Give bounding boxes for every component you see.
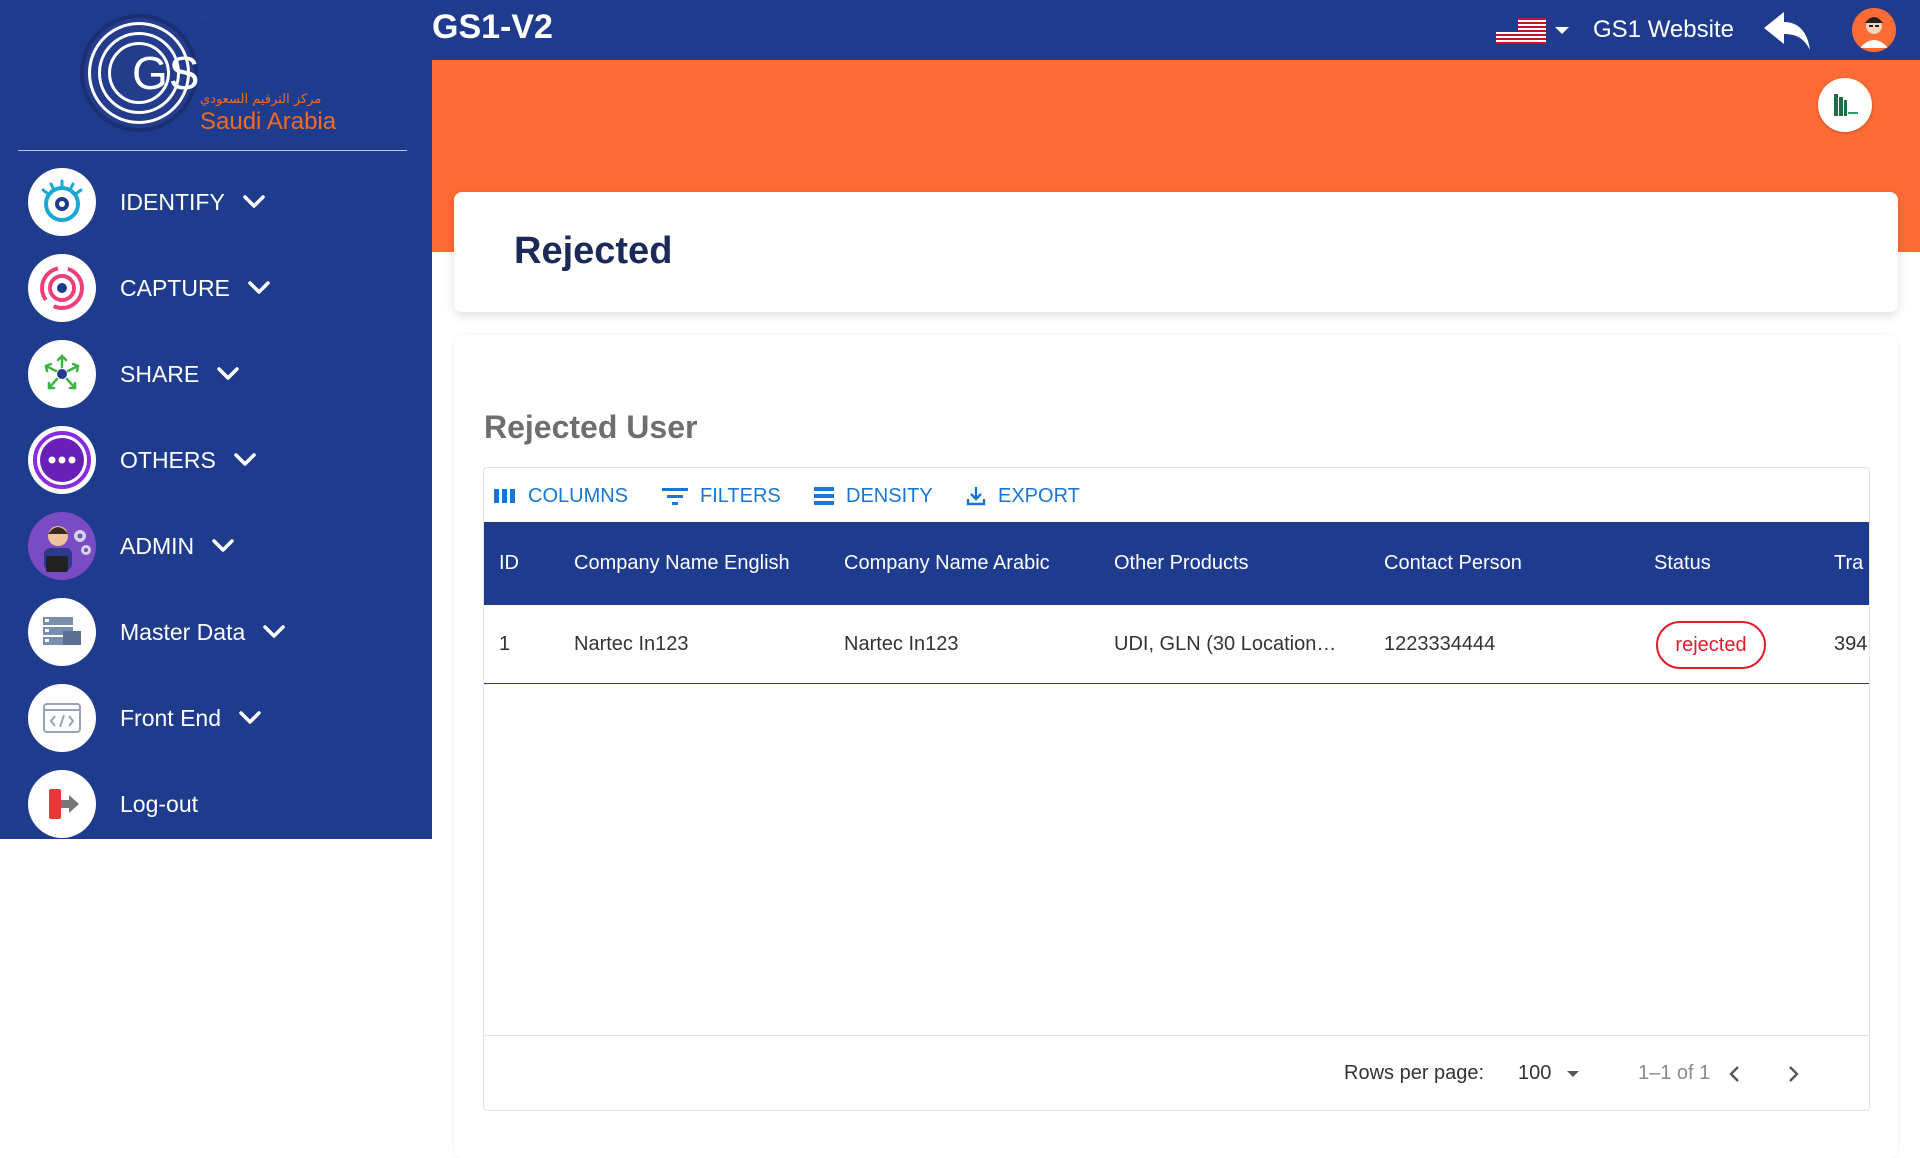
download-icon (966, 487, 986, 506)
filters-button[interactable]: FILTERS (662, 482, 781, 510)
columns-icon (494, 489, 515, 503)
chevron-left-icon (1729, 1066, 1739, 1082)
density-icon (814, 487, 834, 505)
cell-contact-person: 1223334444 (1384, 633, 1496, 655)
logo-country: Saudi Arabia (200, 108, 337, 135)
export-button[interactable]: EXPORT (966, 482, 1080, 510)
cell-company-name-arabic: Nartec In123 (844, 633, 959, 655)
chevron-down-icon (248, 276, 272, 300)
grid-footer: Rows per page: 100 1–1 of 1 (484, 1035, 1869, 1110)
sidebar-item-logout[interactable]: Log-out (28, 769, 408, 839)
status-badge: rejected (1656, 621, 1766, 669)
page-title-card: Rejected (454, 192, 1898, 312)
app-root: GS مركز الترقيم السعودي Saudi Arabia IDE… (0, 0, 1920, 1158)
sidebar-item-share[interactable]: SHARE (28, 339, 408, 409)
page-title: Rejected (514, 230, 673, 272)
chevron-down-icon (263, 620, 287, 644)
chevron-right-icon (1789, 1066, 1799, 1082)
more-dots-icon (28, 426, 96, 494)
rows-per-page-label: Rows per page: (1344, 1062, 1485, 1084)
column-header-other-products[interactable]: Other Products (1114, 522, 1354, 605)
language-dropdown-caret-icon[interactable] (1555, 27, 1569, 34)
chevron-down-icon (217, 362, 241, 386)
gs1-website-link[interactable]: GS1 Website (1593, 16, 1734, 44)
sidebar-item-label: IDENTIFY (120, 188, 225, 215)
share-network-icon (28, 340, 96, 408)
previous-page-button[interactable] (1716, 1056, 1752, 1092)
column-header-company-name-english[interactable]: Company Name English (574, 522, 814, 605)
sidebar-item-front-end[interactable]: Front End (28, 683, 408, 753)
sidebar-item-capture[interactable]: CAPTURE (28, 253, 408, 323)
user-avatar[interactable] (1852, 8, 1896, 52)
radar-icon (28, 254, 96, 322)
eye-icon (28, 168, 96, 236)
rows-per-page-select[interactable]: 100 (1518, 1062, 1580, 1085)
columns-label: COLUMNS (528, 484, 629, 507)
sidebar-item-label: Master Data (120, 618, 246, 645)
column-header-id[interactable]: ID (499, 522, 549, 605)
sidebar-item-label: ADMIN (120, 532, 195, 559)
density-label: DENSITY (846, 484, 933, 507)
chevron-down-icon (243, 190, 267, 214)
company-logo-icon[interactable] (1818, 78, 1872, 132)
cell-company-name-english: Nartec In123 (574, 633, 689, 655)
cell-other-products: UDI, GLN (30 Location… (1114, 633, 1337, 655)
logout-door-icon (28, 770, 96, 838)
caret-down-icon (1567, 1070, 1580, 1077)
density-button[interactable]: DENSITY (814, 482, 933, 510)
filter-icon (662, 488, 688, 505)
logo-letters: GS (132, 47, 201, 99)
column-header-status[interactable]: Status (1654, 522, 1804, 605)
next-page-button[interactable] (1776, 1056, 1812, 1092)
back-reply-icon[interactable] (1762, 8, 1814, 54)
section-title: Rejected User (484, 409, 698, 445)
column-header-contact-person[interactable]: Contact Person (1384, 522, 1624, 605)
logo-arabic-text: مركز الترقيم السعودي (200, 92, 322, 107)
sidebar-item-label: OTHERS (120, 446, 216, 473)
chevron-down-icon (212, 534, 236, 558)
data-grid: COLUMNS FILTERS DENSITY EXPORT ID Compan… (483, 467, 1870, 1111)
filters-label: FILTERS (700, 484, 781, 507)
gs1-logo[interactable]: GS مركز الترقيم السعودي Saudi Arabia (80, 10, 340, 135)
export-label: EXPORT (998, 484, 1080, 507)
sidebar-item-others[interactable]: OTHERS (28, 425, 408, 495)
grid-toolbar: COLUMNS FILTERS DENSITY EXPORT (484, 468, 1869, 524)
column-header-company-name-arabic[interactable]: Company Name Arabic (844, 522, 1084, 605)
us-flag-icon[interactable] (1496, 18, 1546, 44)
table-header: ID Company Name English Company Name Ara… (484, 522, 1869, 605)
sidebar-item-master-data[interactable]: Master Data (28, 597, 408, 667)
sidebar-item-identify[interactable]: IDENTIFY (28, 167, 408, 237)
chevron-down-icon (239, 706, 263, 730)
sidebar-item-label: SHARE (120, 360, 200, 387)
cell-id: 1 (499, 633, 511, 655)
sidebar-item-label: Log-out (120, 790, 199, 817)
sidebar-item-label: Front End (120, 704, 221, 731)
rows-per-page-value: 100 (1518, 1062, 1552, 1084)
column-header-tra[interactable]: Tra (1834, 522, 1869, 605)
code-window-icon (28, 684, 96, 752)
chevron-down-icon (234, 448, 258, 472)
sidebar-item-admin[interactable]: ADMIN (28, 511, 408, 581)
pagination-range: 1–1 of 1 (1638, 1062, 1711, 1084)
cell-tra: 394 (1834, 633, 1868, 655)
columns-button[interactable]: COLUMNS (494, 482, 628, 510)
master-data-icon (28, 598, 96, 666)
sidebar-divider (18, 150, 407, 151)
admin-avatar-icon (28, 512, 96, 580)
sidebar: GS مركز الترقيم السعودي Saudi Arabia IDE… (0, 0, 432, 839)
app-title: GS1-V2 (432, 8, 553, 46)
content-card: Rejected User COLUMNS FILTERS DENSITY EX (454, 335, 1898, 1158)
sidebar-item-label: CAPTURE (120, 274, 230, 301)
table-row[interactable]: 1 Nartec In123 Nartec In123 UDI, GLN (30… (484, 605, 1869, 684)
